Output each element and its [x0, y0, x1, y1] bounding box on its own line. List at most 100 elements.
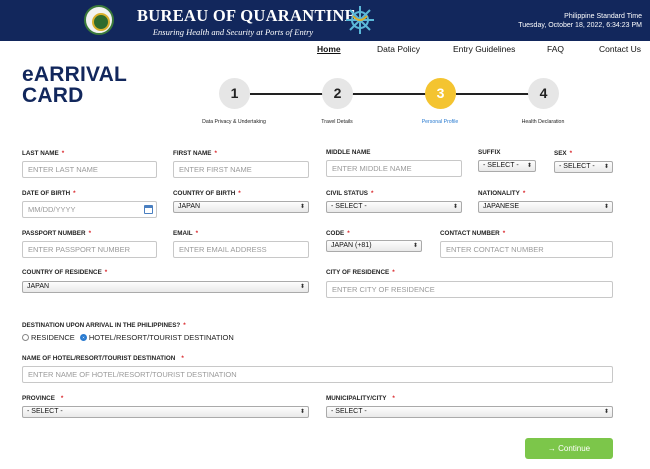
required-marker: * — [73, 190, 76, 197]
suffix-value: - SELECT - — [483, 162, 519, 169]
chevron-updown-icon: ⬍ — [299, 409, 305, 415]
destination-radio-group: RESIDENCE HOTEL/RESORT/TOURIST DESTINATI… — [22, 333, 234, 342]
nav-data-policy[interactable]: Data Policy — [377, 44, 420, 54]
required-marker: * — [195, 230, 199, 237]
country-of-birth-value: JAPAN — [178, 203, 201, 210]
dob-label: DATE OF BIRTH * — [22, 190, 76, 197]
civil-status-value: - SELECT - — [331, 203, 367, 210]
country-of-birth-select[interactable]: JAPAN ⬍ — [173, 201, 309, 213]
email-input[interactable]: ENTER EMAIL ADDRESS — [173, 241, 309, 258]
ship-wheel-icon — [346, 6, 374, 34]
radio-residence[interactable] — [22, 334, 29, 341]
brand-subtitle: Ensuring Health and Security at Ports of… — [152, 27, 314, 37]
step-4-circle: 4 — [528, 78, 559, 109]
civil-status-select[interactable]: - SELECT - ⬍ — [326, 201, 462, 213]
code-label-text: CODE — [326, 230, 345, 237]
chevron-updown-icon: ⬍ — [603, 164, 609, 170]
step-1-label: Data Privacy & Undertaking — [202, 119, 266, 125]
city-residence-input[interactable]: ENTER CITY OF RESIDENCE — [326, 281, 613, 298]
required-marker: * — [60, 395, 64, 402]
step-3-circle: 3 — [425, 78, 456, 109]
page-title-line1: eARRIVAL — [22, 63, 128, 86]
hotel-input[interactable]: ENTER NAME OF HOTEL/RESORT/TOURIST DESTI… — [22, 366, 613, 383]
contact-label: CONTACT NUMBER * — [440, 230, 505, 237]
first-name-input[interactable]: ENTER FIRST NAME — [173, 161, 309, 178]
step-4-label: Health Declaration — [521, 119, 565, 125]
hotel-label-text: NAME OF HOTEL/RESORT/TOURIST DESTINATION — [22, 355, 176, 362]
step-connector — [352, 93, 426, 95]
city-residence-label: CITY OF RESIDENCE * — [326, 269, 395, 276]
passport-label: PASSPORT NUMBER * — [22, 230, 91, 237]
suffix-select[interactable]: - SELECT - ⬍ — [478, 160, 536, 172]
chevron-updown-icon: ⬍ — [299, 284, 305, 290]
chevron-updown-icon: ⬍ — [526, 163, 532, 169]
country-residence-label-text: COUNTRY OF RESIDENCE — [22, 269, 102, 276]
municipality-label: MUNICIPALITY/CITY * — [326, 395, 395, 402]
required-marker: * — [214, 150, 217, 157]
country-residence-select[interactable]: JAPAN ⬍ — [22, 281, 309, 293]
continue-button[interactable]: → Continue — [525, 438, 613, 459]
nav-entry-guidelines[interactable]: Entry Guidelines — [453, 44, 515, 54]
time-display: Philippine Standard Time Tuesday, Octobe… — [518, 12, 642, 30]
required-marker: * — [370, 190, 374, 197]
province-value: - SELECT - — [27, 408, 63, 415]
last-name-input[interactable]: ENTER LAST NAME — [22, 161, 157, 178]
province-select[interactable]: - SELECT - ⬍ — [22, 406, 309, 418]
municipality-label-text: MUNICIPALITY/CITY — [326, 395, 387, 402]
page-title: eARRIVAL CARD — [22, 64, 127, 106]
progress-stepper: 1 2 3 4 Data Privacy & Undertaking Trave… — [190, 74, 590, 134]
code-select[interactable]: JAPAN (+81) ⬍ — [326, 240, 422, 252]
chevron-updown-icon: ⬍ — [452, 204, 458, 210]
step-1-circle: 1 — [219, 78, 250, 109]
nationality-label: NATIONALITY * — [478, 190, 525, 197]
required-marker: * — [61, 150, 65, 157]
chevron-updown-icon: ⬍ — [603, 204, 609, 210]
nav-contact-us[interactable]: Contact Us — [599, 44, 641, 54]
country-residence-value: JAPAN — [27, 283, 50, 290]
dob-label-text: DATE OF BIRTH — [22, 190, 71, 197]
country-of-birth-label: COUNTRY OF BIRTH * — [173, 190, 241, 197]
municipality-select[interactable]: - SELECT - ⬍ — [326, 406, 613, 418]
brand: BUREAU OF QUARANTINE Ensuring Health and… — [137, 6, 356, 37]
calendar-icon[interactable] — [144, 205, 153, 214]
radio-hotel[interactable] — [79, 334, 87, 341]
nationality-label-text: NATIONALITY — [478, 190, 520, 197]
civil-status-label-text: CIVIL STATUS — [326, 190, 368, 197]
suffix-label: SUFFIX — [478, 149, 501, 156]
chevron-updown-icon: ⬍ — [299, 204, 305, 210]
required-marker: * — [392, 395, 395, 402]
page-title-line2: CARD — [22, 84, 84, 107]
chevron-updown-icon: ⬍ — [603, 409, 609, 415]
header-bar: BUREAU OF QUARANTINE Ensuring Health and… — [0, 0, 650, 41]
country-residence-label: COUNTRY OF RESIDENCE * — [22, 269, 107, 276]
nationality-value: JAPANESE — [483, 203, 520, 210]
step-connector — [250, 93, 324, 95]
brand-title: BUREAU OF QUARANTINE — [137, 6, 356, 25]
required-marker: * — [183, 322, 186, 329]
timezone-label: Philippine Standard Time — [564, 13, 642, 20]
nav-home[interactable]: Home — [317, 44, 341, 54]
passport-label-text: PASSPORT NUMBER — [22, 230, 86, 237]
municipality-value: - SELECT - — [331, 408, 367, 415]
destination-label: DESTINATION UPON ARRIVAL IN THE PHILIPPI… — [22, 322, 186, 329]
code-label: CODE * — [326, 230, 350, 237]
nav-faq[interactable]: FAQ — [547, 44, 564, 54]
dob-input[interactable]: MM/DD/YYYY — [22, 201, 157, 218]
last-name-label-text: LAST NAME — [22, 150, 59, 157]
nationality-select[interactable]: JAPANESE ⬍ — [478, 201, 613, 213]
required-marker: * — [181, 355, 184, 362]
sex-select[interactable]: - SELECT - ⬍ — [554, 161, 613, 173]
email-label-text: EMAIL — [173, 230, 193, 237]
passport-input[interactable]: ENTER PASSPORT NUMBER — [22, 241, 157, 258]
datetime-label: Tuesday, October 18, 2022, 6:34:23 PM — [518, 22, 642, 29]
sex-label: SEX * — [554, 150, 572, 157]
middle-name-input[interactable]: ENTER MIDDLE NAME — [326, 160, 462, 177]
first-name-label: FIRST NAME * — [173, 150, 217, 157]
step-3-label: Personal Profile — [421, 119, 459, 125]
radio-residence-label: RESIDENCE — [31, 333, 75, 342]
seal-icon — [84, 5, 114, 35]
contact-input[interactable]: ENTER CONTACT NUMBER — [440, 241, 613, 258]
first-name-label-text: FIRST NAME — [173, 150, 212, 157]
civil-status-label: CIVIL STATUS * — [326, 190, 373, 197]
step-connector — [456, 93, 530, 95]
